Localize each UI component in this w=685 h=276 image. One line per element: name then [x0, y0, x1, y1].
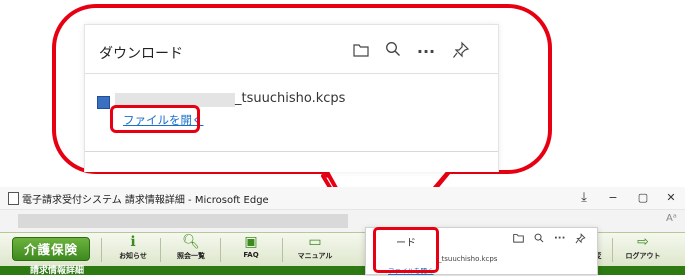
nav-separator — [612, 238, 613, 262]
nav-logout[interactable]: ⇨ ログアウト — [618, 234, 668, 266]
folder-icon[interactable] — [350, 41, 372, 63]
download-filename-small: _tsuuchisho.kcps — [438, 255, 498, 263]
more-icon[interactable]: ··· — [554, 233, 565, 244]
file-icon — [97, 96, 110, 109]
maximize-button[interactable]: ▢ — [628, 187, 658, 209]
open-file-highlight-small — [373, 227, 439, 273]
read-aloud-icon[interactable]: Aᵃ — [666, 213, 677, 224]
window-title: 電子請求受付システム 請求情報詳細 - Microsoft Edge — [22, 195, 269, 206]
brand-logo: 介護保険 — [12, 237, 90, 261]
title-bar: 電子請求受付システム 請求情報詳細 - Microsoft Edge ⤓ − ▢… — [0, 187, 685, 210]
logout-icon: ⇨ — [637, 234, 649, 250]
nav-logout-label: ログアウト — [625, 252, 661, 260]
nav-separator — [160, 238, 161, 262]
more-icon[interactable]: ··· — [415, 41, 437, 63]
folder-icon[interactable] — [513, 233, 524, 246]
pin-icon[interactable] — [450, 41, 472, 63]
nav-inquiry-list-label: 照会一覧 — [177, 252, 205, 260]
faq-icon: ▣ — [244, 234, 258, 250]
pin-icon[interactable] — [575, 233, 586, 247]
nav-manual-label: マニュアル — [297, 252, 333, 260]
section-title: 請求情報詳細 — [30, 266, 85, 276]
nav-notice-label: お知らせ — [119, 252, 147, 260]
browser-window: 電子請求受付システム 請求情報詳細 - Microsoft Edge ⤓ − ▢… — [0, 187, 685, 276]
nav-notice[interactable]: ℹ お知らせ — [108, 234, 158, 266]
notice-icon: ℹ — [130, 234, 136, 250]
search-list-icon: 🔍︎ — [182, 234, 200, 250]
nav-separator — [282, 238, 283, 262]
nav-separator — [101, 238, 102, 262]
open-file-highlight — [110, 105, 200, 133]
download-filename: _tsuuchisho.kcps — [235, 91, 346, 106]
minimize-button[interactable]: − — [598, 187, 628, 209]
address-field[interactable] — [18, 214, 348, 228]
nav-inquiry-list[interactable]: 🔍︎ 照会一覧 — [166, 234, 216, 266]
nav-faq[interactable]: ▣ FAQ — [226, 234, 276, 266]
search-icon[interactable] — [534, 233, 544, 246]
downloads-title: ダウンロード — [99, 46, 183, 62]
nav-manual[interactable]: ▭ マニュアル — [290, 234, 340, 266]
page-icon — [8, 192, 19, 205]
nav-faq-label: FAQ — [243, 251, 259, 259]
close-button[interactable]: ✕ — [656, 187, 685, 209]
nav-separator — [220, 238, 221, 262]
download-icon[interactable]: ⤓ — [573, 187, 595, 209]
panel-bottom-line — [85, 151, 498, 152]
manual-icon: ▭ — [308, 234, 322, 250]
search-icon[interactable] — [382, 41, 404, 63]
downloads-panel-zoomed: ダウンロード ··· _tsuuchisho.kcps ファイルを開く — [84, 24, 499, 172]
divider — [85, 73, 498, 74]
